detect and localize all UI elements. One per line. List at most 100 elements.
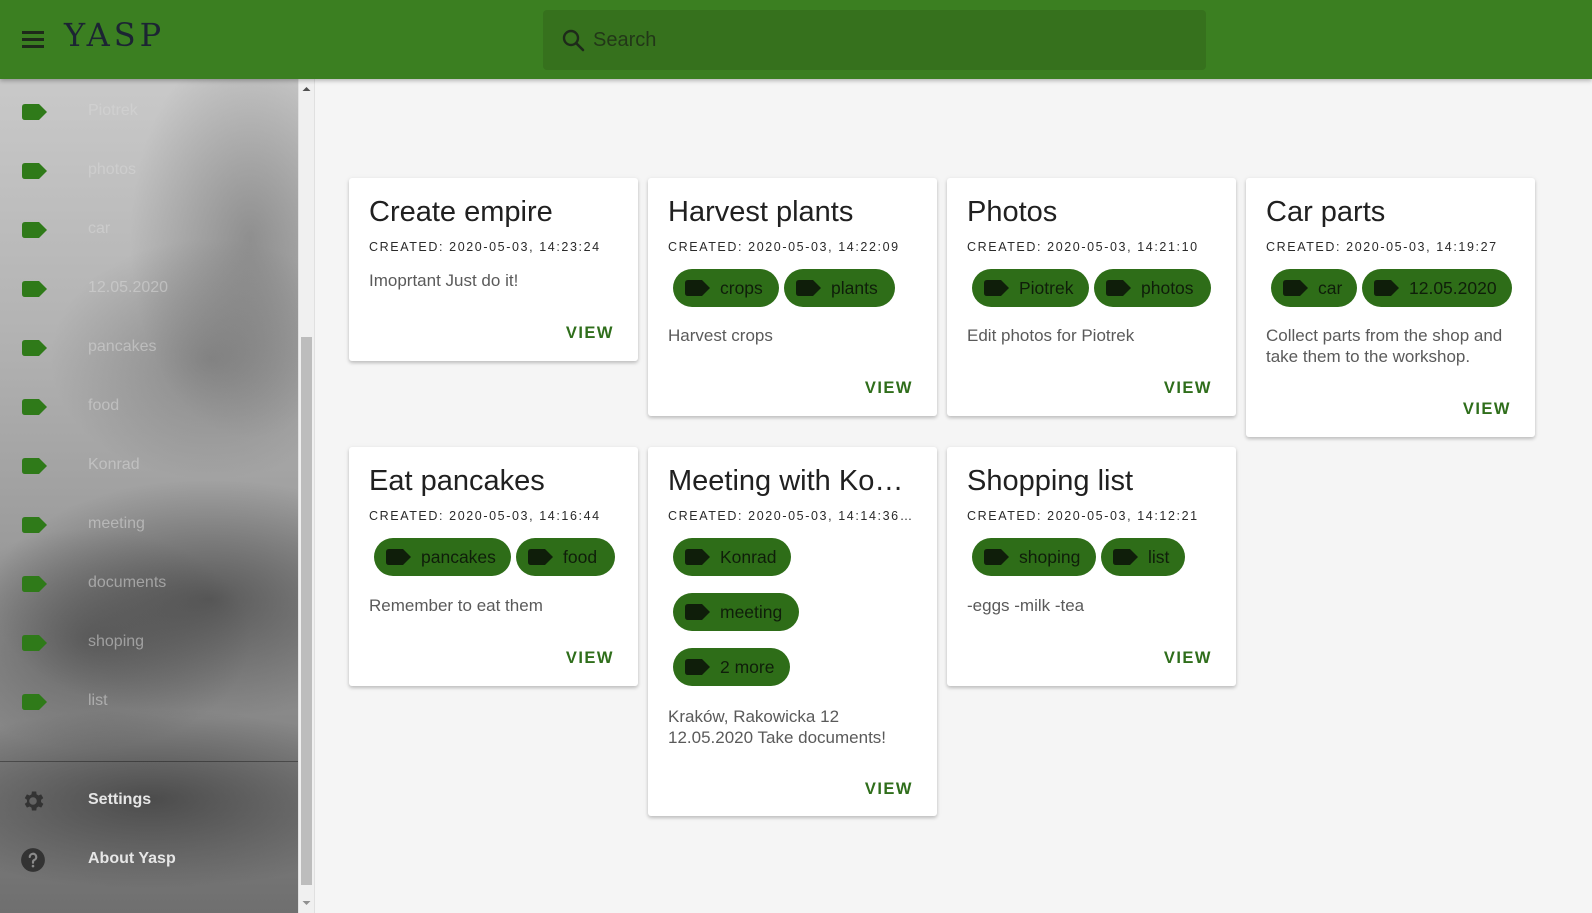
- view-button[interactable]: VIEW: [865, 780, 913, 799]
- tag-chip[interactable]: plants: [784, 269, 895, 307]
- sidebar-item-label: meeting: [88, 515, 145, 532]
- note-body-line: Kraków, Rakowicka 12: [668, 707, 840, 726]
- search-box[interactable]: [543, 10, 1206, 70]
- sidebar-item-food[interactable]: food: [0, 377, 298, 436]
- note-body-line: Collect parts from the shop and: [1266, 326, 1503, 345]
- sidebar-scrollbar[interactable]: [298, 79, 315, 913]
- tag-icon: [22, 517, 47, 533]
- note-card[interactable]: Photos CREATED: 2020-05-03, 14:21:10 Pio…: [947, 178, 1236, 416]
- sidebar-item-meeting[interactable]: meeting: [0, 495, 298, 554]
- note-body: Edit photos for Piotrek: [967, 326, 1135, 345]
- sidebar-item-photos[interactable]: photos: [0, 141, 298, 200]
- tag-icon: [1374, 280, 1399, 296]
- tag-chip[interactable]: food: [516, 538, 615, 576]
- sidebar-item-label: list: [88, 692, 108, 709]
- note-created: CREATED: 2020-05-03, 14:21:10: [967, 240, 1199, 254]
- sidebar-item-documents[interactable]: documents: [0, 554, 298, 613]
- note-card[interactable]: Meeting with Ko… CREATED: 2020-05-03, 14…: [648, 447, 937, 816]
- sidebar-item-label: car: [88, 220, 111, 237]
- tag-chip-label: food: [563, 547, 598, 567]
- sidebar-item-label: pancakes: [88, 338, 157, 355]
- note-card[interactable]: Eat pancakes CREATED: 2020-05-03, 14:16:…: [349, 447, 638, 686]
- tag-chip-label: list: [1148, 547, 1170, 567]
- note-card[interactable]: Create empire CREATED: 2020-05-03, 14:23…: [349, 178, 638, 361]
- sidebar-item-shoping[interactable]: shoping: [0, 613, 298, 672]
- search-input[interactable]: [593, 10, 1193, 70]
- note-body: Imoprtant Just do it!: [369, 271, 519, 290]
- tag-icon: [22, 281, 47, 297]
- tag-chip[interactable]: pancakes: [374, 538, 511, 576]
- tag-chip[interactable]: Konrad: [673, 538, 791, 576]
- tag-icon: [1113, 549, 1138, 565]
- note-card[interactable]: Harvest plants CREATED: 2020-05-03, 14:2…: [648, 178, 937, 416]
- tag-chip[interactable]: meeting: [673, 593, 799, 631]
- note-body: Harvest crops: [668, 326, 773, 345]
- tag-chip[interactable]: photos: [1094, 269, 1211, 307]
- settings-label: Settings: [88, 791, 152, 808]
- tag-icon: [685, 280, 710, 296]
- gear-icon: [24, 791, 44, 811]
- note-created: CREATED: 2020-05-03, 14:16:44: [369, 509, 601, 523]
- note-title: Photos: [967, 196, 1058, 228]
- tag-icon: [22, 458, 47, 474]
- tag-chip[interactable]: 12.05.2020: [1362, 269, 1512, 307]
- tag-chip-label: plants: [831, 278, 878, 298]
- tag-icon: [22, 340, 47, 356]
- view-button[interactable]: VIEW: [1463, 400, 1511, 419]
- note-title: Shopping list: [967, 465, 1134, 497]
- sidebar-item-date[interactable]: 12.05.2020: [0, 259, 298, 318]
- note-body-line: take them to the workshop.: [1266, 347, 1471, 366]
- tag-chip[interactable]: crops: [673, 269, 779, 307]
- sidebar-item-label: documents: [88, 574, 167, 591]
- sidebar-item-piotrek[interactable]: Piotrek: [0, 82, 298, 141]
- tag-chip-label: pancakes: [421, 547, 496, 567]
- view-button[interactable]: VIEW: [566, 324, 614, 343]
- tag-chip[interactable]: shoping: [972, 538, 1096, 576]
- sidebar-item-pancakes[interactable]: pancakes: [0, 318, 298, 377]
- scroll-thumb[interactable]: [301, 337, 312, 885]
- sidebar-item-label: 12.05.2020: [88, 279, 169, 296]
- tag-icon: [22, 576, 47, 592]
- note-body: Kraków, Rakowicka 12 12.05.2020 Take doc…: [668, 706, 886, 748]
- tag-icon: [1283, 280, 1308, 296]
- app-logo: YASP: [64, 16, 166, 54]
- note-card[interactable]: Car parts CREATED: 2020-05-03, 14:19:27 …: [1246, 178, 1535, 437]
- tag-icon: [984, 549, 1009, 565]
- tag-chip-label: Konrad: [720, 547, 777, 567]
- tag-icon: [685, 659, 710, 675]
- view-button[interactable]: VIEW: [865, 379, 913, 398]
- tag-icon: [1106, 280, 1131, 296]
- tag-chip-more[interactable]: 2 more: [673, 648, 790, 686]
- sidebar-item-car[interactable]: car: [0, 200, 298, 259]
- tag-chip[interactable]: list: [1101, 538, 1185, 576]
- menu-icon[interactable]: [20, 28, 46, 50]
- note-created: CREATED: 2020-05-03, 14:19:27: [1266, 240, 1498, 254]
- tag-icon: [386, 549, 411, 565]
- view-button[interactable]: VIEW: [1164, 379, 1212, 398]
- about-label: About Yasp: [88, 850, 176, 867]
- note-title: Harvest plants: [668, 196, 854, 228]
- view-button[interactable]: VIEW: [1164, 649, 1212, 668]
- tag-chip-label: 12.05.2020: [1409, 278, 1497, 298]
- tag-icon: [22, 694, 47, 710]
- tag-icon: [22, 399, 47, 415]
- tag-chip[interactable]: Piotrek: [972, 269, 1089, 307]
- sidebar-item-konrad[interactable]: Konrad: [0, 436, 298, 495]
- sidebar-item-about[interactable]: About Yasp: [0, 830, 298, 889]
- tag-icon: [22, 163, 47, 179]
- tag-icon: [22, 104, 47, 120]
- tag-icon: [22, 222, 47, 238]
- view-button[interactable]: VIEW: [566, 649, 614, 668]
- sidebar-item-settings[interactable]: Settings: [0, 771, 298, 830]
- tag-icon: [685, 604, 710, 620]
- tag-chip[interactable]: car: [1271, 269, 1357, 307]
- scroll-down-arrow-icon[interactable]: [299, 893, 314, 913]
- sidebar: Piotrek photos car 12.05.2020 pancakes f…: [0, 79, 298, 913]
- note-card[interactable]: Shopping list CREATED: 2020-05-03, 14:12…: [947, 447, 1236, 686]
- tag-chip-label: Piotrek: [1019, 278, 1074, 298]
- sidebar-item-list[interactable]: list: [0, 672, 298, 731]
- scroll-up-arrow-icon[interactable]: [299, 79, 314, 99]
- note-created: CREATED: 2020-05-03, 14:14:36…: [668, 509, 914, 523]
- note-body: -eggs -milk -tea: [967, 596, 1085, 615]
- tag-icon: [984, 280, 1009, 296]
